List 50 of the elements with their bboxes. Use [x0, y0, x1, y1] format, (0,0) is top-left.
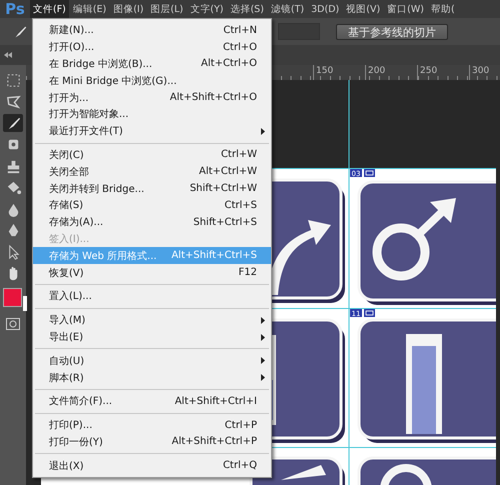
menu-item[interactable]: 打开(O)... Ctrl+O [33, 38, 271, 56]
menu-bar-item[interactable]: 滤镜(T) [268, 0, 308, 18]
submenu-arrow-icon [261, 128, 265, 135]
menu-item[interactable]: 导入(M) [33, 312, 271, 329]
menu-item[interactable]: 在 Bridge 中浏览(B)... Alt+Ctrl+O [33, 56, 271, 72]
menu-item[interactable]: 关闭并转到 Bridge... Shift+Ctrl+W [33, 180, 271, 197]
menu-item[interactable]: 关闭(C) Ctrl+W [33, 146, 271, 164]
menu-item[interactable]: 置入(L)... [33, 288, 271, 305]
menu-bar-item[interactable]: 3D(D) [308, 0, 342, 18]
slices-from-guides-button[interactable]: 基于参考线的切片 [336, 24, 448, 40]
submenu-arrow-icon [261, 357, 265, 364]
quick-mask-icon[interactable] [6, 318, 20, 330]
ruler-label: 300 [469, 65, 500, 80]
menu-item[interactable]: 自动(U) [33, 352, 271, 370]
menu-item[interactable]: 打印(P)... Ctrl+P [33, 416, 271, 434]
menu-item[interactable]: 脚本(R) [33, 369, 271, 386]
menu-bar-item[interactable]: 窗口(W) [384, 0, 427, 18]
menu-item[interactable]: 导出(E) [33, 328, 271, 346]
menu-item[interactable]: 文件简介(F)... Alt+Shift+Ctrl+I [33, 392, 271, 410]
foreground-color-swatch[interactable] [3, 288, 22, 307]
menu-item[interactable]: 恢复(V) F12 [33, 264, 271, 281]
menu-item[interactable]: 打开为智能对象... [33, 106, 271, 123]
menu-bar-item[interactable]: 视图(V) [343, 0, 384, 18]
submenu-arrow-icon [261, 316, 265, 324]
ruler-label: 150 [313, 65, 365, 80]
menu-item[interactable]: 关闭全部 Alt+Ctrl+W [33, 163, 271, 180]
ruler-label: 200 [365, 65, 417, 80]
menu-bar-item[interactable]: 图像(I) [110, 0, 147, 18]
menu-item[interactable]: 在 Mini Bridge 中浏览(G)... [33, 72, 271, 90]
ruler-label: 250 [417, 65, 469, 80]
menu-bar-item[interactable]: 帮助( [428, 0, 458, 18]
menu-bar-item[interactable]: 文字(Y) [187, 0, 226, 18]
app-logo: Ps [4, 0, 26, 18]
image-slice-icon [364, 169, 375, 177]
menu-bar-item[interactable]: 图层(L) [148, 0, 186, 18]
menu-bar-item[interactable]: 文件(F) [30, 0, 69, 18]
menu-item[interactable]: 退出(X) Ctrl+Q [33, 457, 271, 474]
submenu-arrow-icon [261, 374, 265, 382]
menu-item[interactable]: 新建(N)... Ctrl+N [33, 22, 271, 39]
menu-item[interactable]: 存储(S) Ctrl+S [33, 196, 271, 214]
menu-item[interactable]: 打印一份(Y) Alt+Shift+Ctrl+P [33, 434, 271, 450]
menu-item[interactable]: 存储为(A)... Shift+Ctrl+S [33, 214, 271, 231]
menu-item[interactable]: 最近打开文件(T) [33, 122, 271, 140]
background-color-swatch[interactable] [23, 296, 27, 311]
menu-item[interactable]: 打开为... Alt+Shift+Ctrl+O [33, 89, 271, 106]
menu-bar-item[interactable]: 编辑(E) [70, 0, 110, 18]
image-slice-icon [364, 309, 375, 317]
collapse-icon[interactable] [4, 52, 12, 58]
menu-bar-item[interactable]: 选择(S) [227, 0, 267, 18]
submenu-arrow-icon [261, 334, 265, 341]
